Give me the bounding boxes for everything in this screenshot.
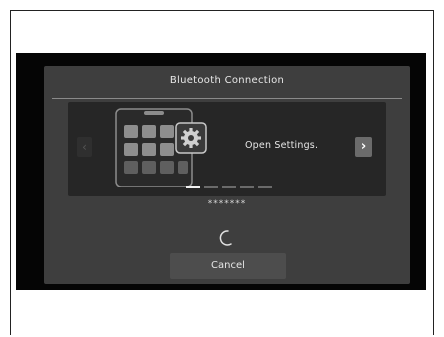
instruction-text: Open Settings.: [245, 140, 319, 151]
phone-settings-illustration: [115, 108, 207, 187]
pager-dot: [186, 186, 200, 188]
step-pager: [186, 186, 272, 189]
next-step-button[interactable]: ›: [355, 137, 372, 157]
pager-dot: [204, 186, 218, 188]
bluetooth-connection-dialog: Bluetooth Connection ‹ Open Settings. › …: [44, 66, 410, 284]
title-divider: [52, 98, 402, 99]
cancel-button[interactable]: Cancel: [170, 253, 286, 279]
loading-spinner-icon: [219, 230, 232, 246]
pager-dot: [240, 186, 254, 188]
gear-icon: [181, 128, 201, 148]
dialog-title: Bluetooth Connection: [169, 75, 285, 86]
pager-dot: [258, 186, 272, 188]
previous-step-button[interactable]: ‹: [77, 137, 92, 157]
passkey-text: *******: [207, 199, 247, 209]
pager-dot: [222, 186, 236, 188]
instruction-card: ‹ Open Settings. ›: [68, 102, 386, 196]
chevron-left-icon: ‹: [82, 140, 87, 154]
chevron-right-icon: ›: [360, 139, 367, 154]
